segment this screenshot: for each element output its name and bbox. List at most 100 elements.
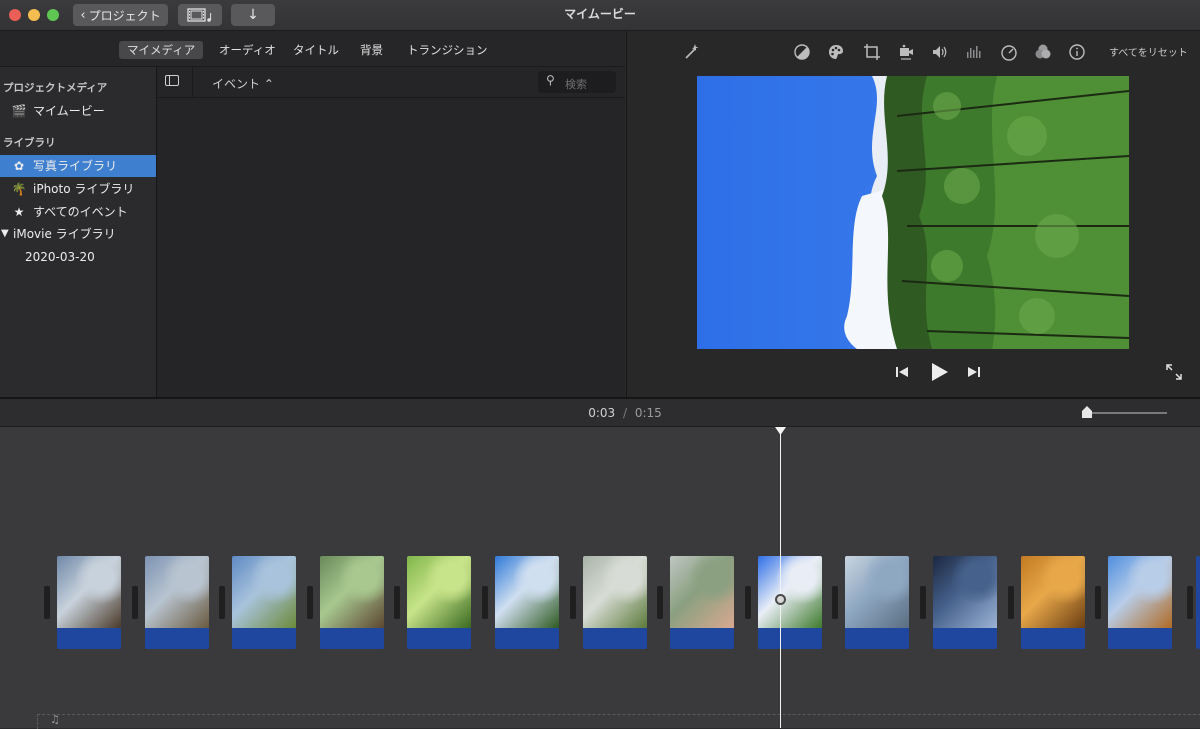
clip-audio-strip — [670, 628, 734, 649]
clip-audio-strip — [933, 628, 997, 649]
search-input[interactable]: 検索 — [565, 76, 587, 92]
timeline-clip[interactable] — [407, 556, 471, 649]
clip-thumbnail — [670, 556, 734, 628]
clip-audio-strip — [1021, 628, 1085, 649]
clip-thumbnail — [933, 556, 997, 628]
clip-transition-gap[interactable] — [1187, 586, 1193, 619]
events-toolbar: イベント ⌃ ⚲ 検索 — [157, 67, 625, 98]
clip-audio-strip — [232, 628, 296, 649]
speed-icon[interactable] — [1000, 43, 1018, 61]
star-icon: ★ — [13, 205, 25, 219]
color-balance-icon[interactable] — [793, 43, 811, 61]
total-time: 0:15 — [634, 406, 662, 420]
tab-audio[interactable]: オーディオ — [211, 41, 284, 59]
events-sort-dropdown[interactable]: イベント ⌃ — [212, 75, 274, 92]
timeline-clip[interactable] — [1108, 556, 1172, 649]
sidebar-item-my-movie[interactable]: 🎬 マイムービー — [0, 100, 156, 122]
clip-transition-gap[interactable] — [570, 586, 576, 619]
clip-thumbnail — [320, 556, 384, 628]
skip-forward-icon[interactable] — [967, 365, 981, 379]
window-title: マイムービー — [564, 7, 636, 21]
clip-transition-gap[interactable] — [219, 586, 225, 619]
clip-thumbnail — [758, 556, 822, 628]
clip-transition-gap[interactable] — [394, 586, 400, 619]
crop-icon[interactable] — [863, 43, 881, 61]
timeline-clip[interactable] — [145, 556, 209, 649]
clip-filter-icon[interactable] — [1034, 43, 1052, 61]
photos-icon: ✿ — [13, 159, 25, 173]
timeline-clip[interactable] — [845, 556, 909, 649]
library-sidebar: プロジェクトメディア 🎬 マイムービー ライブラリ ✿ 写真ライブラリ 🌴 iP… — [0, 67, 157, 397]
sidebar-item-event-date[interactable]: 2020-03-20 — [0, 246, 156, 268]
title-bar: ‹ プロジェクト ↓ マイムービー — [0, 0, 1200, 31]
event-media-list — [157, 98, 625, 397]
music-track[interactable]: ♫ — [37, 713, 1200, 729]
timeline-clip[interactable] — [670, 556, 734, 649]
timeline-clip[interactable] — [57, 556, 121, 649]
tab-transitions[interactable]: トランジション — [399, 41, 496, 59]
current-time: 0:03 — [588, 406, 616, 420]
color-correction-icon[interactable] — [827, 43, 845, 61]
clip-transition-gap[interactable] — [657, 586, 663, 619]
clip-thumbnail — [1108, 556, 1172, 628]
video-preview — [697, 76, 1129, 349]
timeline[interactable]: ♫ — [0, 427, 1200, 729]
project-media-header: プロジェクトメディア — [3, 82, 108, 94]
clip-transition-gap[interactable] — [1008, 586, 1014, 619]
tab-my-media[interactable]: マイメディア — [119, 41, 204, 59]
sidebar-item-imovie-library[interactable]: ▼ iMovie ライブラリ — [0, 223, 156, 245]
timeline-clip[interactable] — [583, 556, 647, 649]
clip-audio-strip — [320, 628, 384, 649]
clip-transition-gap[interactable] — [307, 586, 313, 619]
clip-transition-gap[interactable] — [920, 586, 926, 619]
timeline-clip[interactable] — [232, 556, 296, 649]
sidebar-toggle-icon[interactable] — [165, 75, 179, 86]
fullscreen-icon[interactable] — [1165, 363, 1183, 381]
info-icon[interactable] — [1068, 43, 1086, 61]
media-browser: マイメディア オーディオ タイトル 背景 トランジション プロジェクトメディア … — [0, 31, 625, 397]
sidebar-item-all-events[interactable]: ★ すべてのイベント — [0, 201, 156, 223]
preview-image — [697, 76, 1129, 349]
play-button[interactable] — [929, 362, 949, 382]
clip-transition-gap[interactable] — [832, 586, 838, 619]
library-header: ライブラリ — [3, 137, 56, 149]
timeline-clip[interactable] — [1021, 556, 1085, 649]
stabilization-icon[interactable] — [897, 43, 915, 61]
zoom-slider[interactable] — [1082, 406, 1167, 418]
playhead[interactable] — [775, 427, 786, 728]
browser-tabs: マイメディア オーディオ タイトル 背景 トランジション — [0, 31, 625, 67]
viewer-pane: すべてをリセット — [626, 31, 1200, 397]
magic-wand-icon[interactable] — [683, 43, 701, 61]
tab-backgrounds[interactable]: 背景 — [352, 41, 391, 59]
timecode: 0:03 / 0:15 — [588, 406, 662, 420]
sidebar-item-iphoto-library[interactable]: 🌴 iPhoto ライブラリ — [0, 178, 156, 200]
clip-transition-gap[interactable] — [745, 586, 751, 619]
timeline-clip[interactable] — [933, 556, 997, 649]
reset-all-button[interactable]: すべてをリセット — [1109, 44, 1188, 59]
timeline-clip[interactable] — [1196, 556, 1200, 649]
noise-reduction-icon[interactable] — [965, 43, 983, 61]
clip-transition-gap[interactable] — [132, 586, 138, 619]
volume-icon[interactable] — [931, 43, 949, 61]
clip-thumbnail — [407, 556, 471, 628]
clip-thumbnail — [583, 556, 647, 628]
zoom-slider-knob[interactable] — [1082, 406, 1092, 418]
clip-audio-strip — [145, 628, 209, 649]
sidebar-item-photos-library[interactable]: ✿ 写真ライブラリ — [0, 155, 156, 177]
clip-transition-gap[interactable] — [482, 586, 488, 619]
disclosure-triangle-icon: ▼ — [1, 228, 9, 239]
clip-audio-strip — [583, 628, 647, 649]
skip-back-icon[interactable] — [895, 365, 909, 379]
clip-audio-strip — [845, 628, 909, 649]
clip-transition-gap[interactable] — [44, 586, 50, 619]
clip-audio-strip — [495, 628, 559, 649]
timeline-clip[interactable] — [758, 556, 822, 649]
timeline-clip[interactable] — [495, 556, 559, 649]
clip-thumbnail — [57, 556, 121, 628]
tab-titles[interactable]: タイトル — [285, 41, 347, 59]
search-icon: ⚲ — [546, 73, 555, 87]
search-field[interactable]: ⚲ 検索 — [538, 71, 616, 93]
clip-audio-strip — [758, 628, 822, 649]
timeline-clip[interactable] — [320, 556, 384, 649]
clip-transition-gap[interactable] — [1095, 586, 1101, 619]
